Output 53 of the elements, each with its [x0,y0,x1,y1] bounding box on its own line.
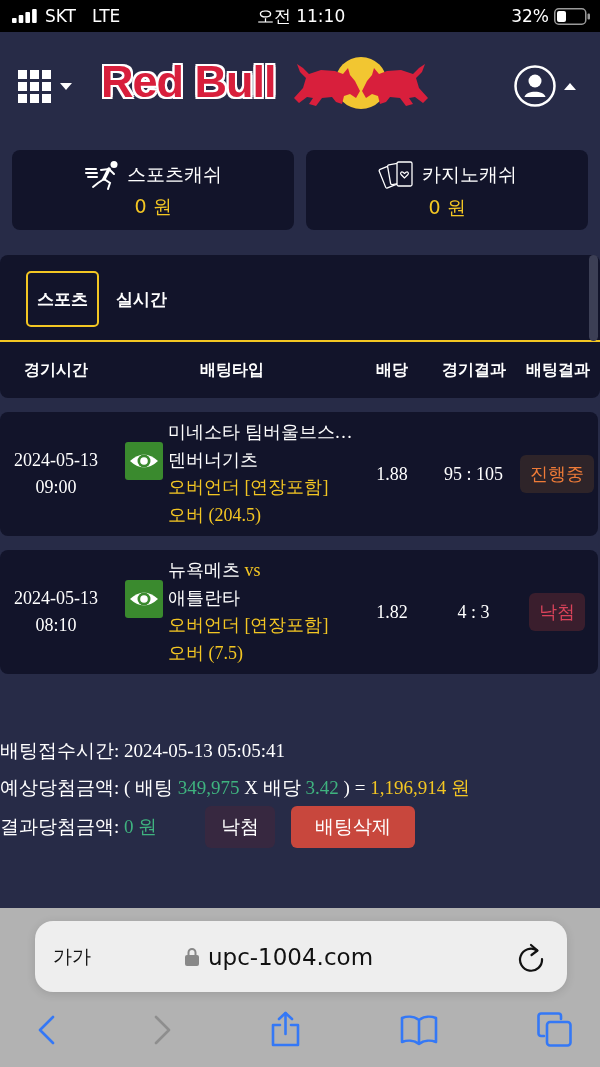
battery-text: 32% [511,6,549,26]
match-date: 2024-05-13 [14,587,98,610]
wallet-amount: 0 원 [428,195,466,220]
scrollbar-thumb[interactable] [589,255,598,341]
match-date: 2024-05-13 [14,449,98,472]
status-button[interactable]: 낙첨 [205,806,276,848]
away-team-text: 덴버너기츠 [168,448,259,472]
column-header: 경기결과 [440,359,507,381]
bet-pick-text: 오버 (204.5) [168,503,262,527]
odds-text: 1.82 [375,601,409,623]
tab[interactable]: 실시간 [105,271,178,327]
tab[interactable]: 스포츠 [26,271,99,327]
delete-bet-button[interactable]: 배팅삭제 [291,806,416,848]
bet-pick-text: 오버 (7.5) [168,641,244,665]
column-header: 배팅타입 [199,359,265,381]
column-header: 경기시간 [23,359,89,381]
playing-cards-icon [377,159,416,191]
user-avatar-icon[interactable] [514,65,556,107]
column-header: 배팅결과 [524,359,591,381]
caret-icon[interactable] [564,82,576,90]
bet-status-badge: 진행중 [519,455,594,493]
received-time-text: 배팅접수시간: 2024-05-13 05:05:41 [0,739,286,763]
home-team-text: 미네소타 팀버울브스… [168,421,353,444]
bet-market-text: 오버언더 [연장포함] [168,476,330,499]
grid-menu-icon[interactable] [18,69,51,103]
wallet-label: 스포츠캐쉬 [126,162,222,187]
reload-icon[interactable] [517,941,545,972]
bet-status-badge: 낙첨 [528,593,585,631]
wallet-label: 카지노캐쉬 [421,162,517,187]
away-team-text: 애틀란타 [168,586,241,610]
score-text: 4 : 3 [456,601,491,623]
eye-icon[interactable] [125,580,163,618]
text-size-button[interactable]: 가가 [53,943,91,970]
bet-market-text: 오버언더 [연장포함] [168,614,329,637]
expected-payout-text: 예상당첨금액: ( 배팅 349,975 X 배당 3.42 ) = 1,196,914 원 [0,776,471,800]
lock-icon [184,947,199,966]
address-field[interactable]: 가가 upc-1004.com [35,921,567,992]
score-text: 95 : 105 [443,463,504,485]
caret-icon[interactable] [60,82,72,90]
network-text: LTE [92,6,121,26]
eye-icon[interactable] [125,442,163,480]
url-text: upc-1004.com [207,943,374,970]
column-header: 배당 [375,359,409,381]
signal-icon [12,9,37,23]
home-team-text: 뉴욕메츠 vs [168,559,262,582]
clock-text: 오전 11:10 [256,4,346,28]
carrier-text: SKT [45,6,76,26]
wallet-amount: 0 원 [134,194,172,219]
match-time: 08:10 [35,614,77,637]
result-payout-text: 결과당첨금액: 0 원 [0,815,158,839]
battery-icon [554,7,590,25]
odds-text: 1.88 [375,463,409,485]
match-time: 09:00 [35,476,77,499]
